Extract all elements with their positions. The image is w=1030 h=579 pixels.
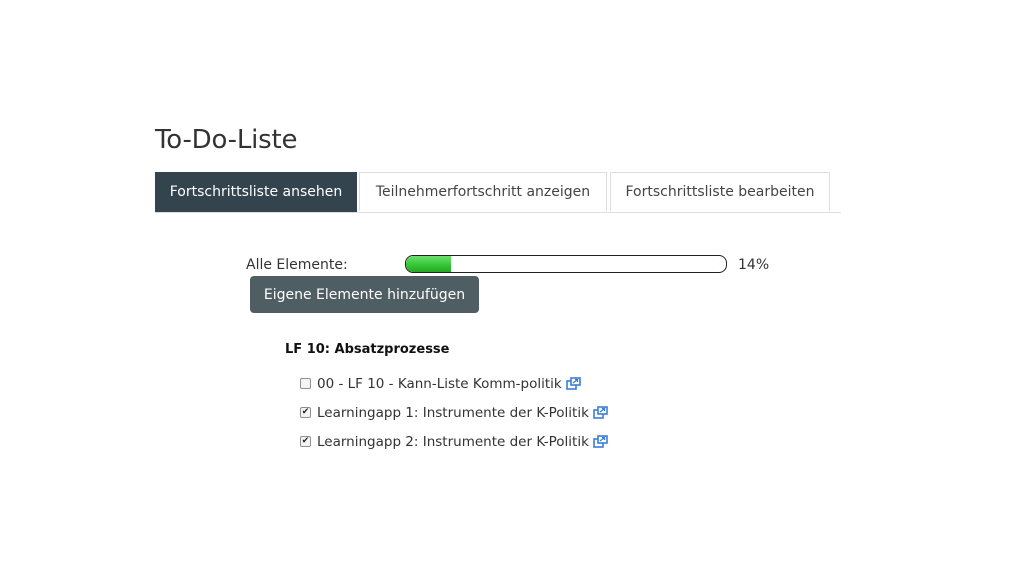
- tab-view-progress-list[interactable]: Fortschrittsliste ansehen: [155, 172, 357, 212]
- checklist-item: Learningapp 2: Instrumente der K-Politik: [300, 427, 608, 456]
- progress-bar: [405, 255, 727, 273]
- item-checkbox[interactable]: [300, 436, 311, 447]
- checklist-item: Learningapp 1: Instrumente der K-Politik: [300, 398, 608, 427]
- page-title: To-Do-Liste: [155, 125, 298, 155]
- progress-bar-fill: [406, 256, 451, 272]
- item-link[interactable]: 00 - LF 10 - Kann-Liste Komm-politik: [317, 376, 562, 392]
- item-link[interactable]: Learningapp 1: Instrumente der K-Politik: [317, 405, 589, 421]
- section-heading: LF 10: Absatzprozesse: [285, 342, 450, 357]
- external-link-icon[interactable]: [565, 377, 581, 390]
- tab-edit-progress-list[interactable]: Fortschrittsliste bearbeiten: [610, 172, 830, 211]
- add-own-items-button[interactable]: Eigene Elemente hinzufügen: [250, 276, 479, 313]
- checklist: 00 - LF 10 - Kann-Liste Komm-politik Lea…: [300, 369, 608, 456]
- item-link[interactable]: Learningapp 2: Instrumente der K-Politik: [317, 434, 589, 450]
- tab-bar: Fortschrittsliste ansehen Teilnehmerfort…: [155, 172, 841, 213]
- item-checkbox[interactable]: [300, 407, 311, 418]
- external-link-icon[interactable]: [593, 406, 608, 419]
- external-link-icon[interactable]: [593, 435, 608, 448]
- tab-participant-progress[interactable]: Teilnehmerfortschritt anzeigen: [359, 172, 607, 211]
- progress-percent: 14%: [738, 257, 770, 273]
- progress-label: Alle Elemente:: [246, 257, 348, 273]
- item-checkbox[interactable]: [300, 378, 311, 389]
- checklist-item: 00 - LF 10 - Kann-Liste Komm-politik: [300, 369, 608, 398]
